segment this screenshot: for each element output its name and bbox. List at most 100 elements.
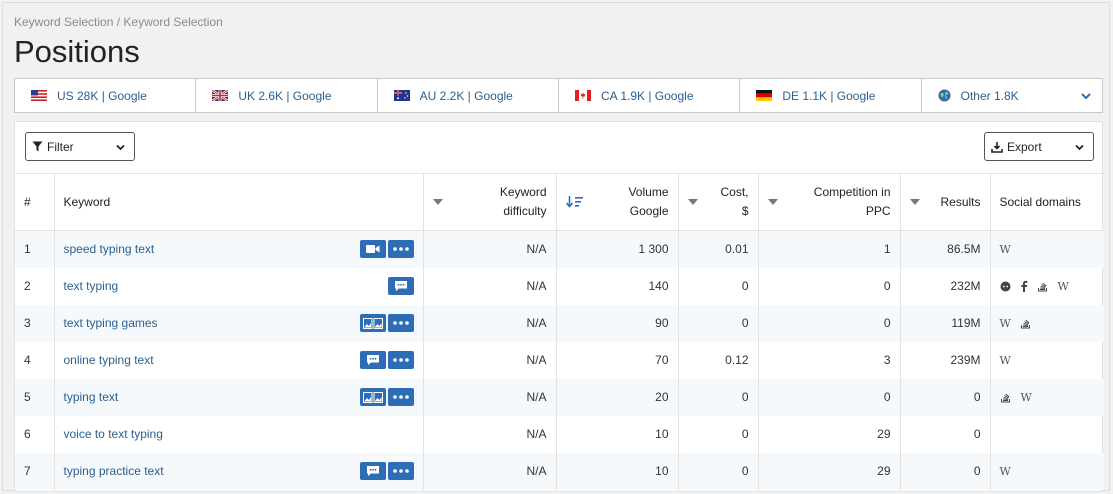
download-icon bbox=[991, 141, 1003, 153]
export-button[interactable]: Export bbox=[984, 132, 1094, 161]
keyword-link[interactable]: voice to text typing bbox=[64, 427, 163, 441]
cost-cell: 0 bbox=[678, 452, 759, 490]
video-feature-badge[interactable] bbox=[359, 240, 386, 259]
keyword-link[interactable]: text typing games bbox=[64, 316, 158, 330]
more-features-badge[interactable] bbox=[387, 314, 414, 332]
more-features-badge[interactable] bbox=[387, 240, 414, 259]
col-header-volume[interactable]: Volume Google bbox=[556, 173, 679, 231]
wikipedia-icon[interactable]: W bbox=[1000, 317, 1011, 330]
tab-label: CA 1.9K | Google bbox=[600, 88, 694, 103]
col-header-difficulty-l1: Keyword bbox=[499, 185, 547, 199]
more-dots-icon bbox=[392, 469, 409, 473]
volume-cell: 1 300 bbox=[556, 230, 679, 268]
chevron-down-icon[interactable] bbox=[1080, 90, 1092, 102]
col-header-cost-l1: Cost, bbox=[720, 185, 749, 199]
col-header-difficulty-l2: difficulty bbox=[503, 204, 547, 218]
cost-cell: 0 bbox=[678, 378, 759, 416]
stackoverflow-icon[interactable] bbox=[1037, 280, 1049, 292]
difficulty-cell: N/A bbox=[423, 415, 557, 453]
competition-cell: 1 bbox=[758, 230, 901, 268]
tab-label: Other 1.8K bbox=[960, 88, 1019, 103]
keyword-link[interactable]: text typing bbox=[64, 279, 119, 293]
social-cell: W bbox=[990, 305, 1104, 342]
col-header-cost-l2: $ bbox=[741, 204, 749, 218]
table-row: 2 text typing N/A 140 0 0 232M W bbox=[15, 267, 1104, 305]
globe-icon bbox=[938, 89, 951, 102]
ca-flag-icon bbox=[574, 90, 591, 101]
wikipedia-icon[interactable]: W bbox=[1058, 280, 1069, 293]
more-features-badge[interactable] bbox=[387, 351, 414, 369]
tab-other[interactable]: Other 1.8K bbox=[922, 79, 1102, 112]
chevron-down-icon bbox=[1075, 144, 1084, 151]
difficulty-cell: N/A bbox=[423, 452, 557, 490]
wikipedia-icon[interactable]: W bbox=[1000, 243, 1011, 256]
keyword-link[interactable]: typing text bbox=[64, 390, 119, 404]
tab-label: DE 1.1K | Google bbox=[782, 88, 876, 103]
sort-down-icon bbox=[687, 199, 698, 205]
results-cell: 86.5M bbox=[900, 230, 991, 268]
sort-descending-icon bbox=[565, 196, 583, 208]
difficulty-cell: N/A bbox=[423, 341, 557, 379]
social-cell bbox=[990, 416, 1104, 453]
col-header-index: # bbox=[15, 173, 55, 231]
keyword-link[interactable]: typing practice text bbox=[64, 464, 164, 478]
col-header-results[interactable]: Results bbox=[900, 173, 991, 231]
comment-icon bbox=[366, 466, 379, 476]
keyword-cell: typing practice text bbox=[54, 452, 424, 490]
cost-cell: 0.01 bbox=[678, 230, 759, 268]
tab-us[interactable]: US 28K | Google bbox=[15, 79, 197, 112]
competition-cell: 0 bbox=[758, 304, 901, 342]
more-features-badge[interactable] bbox=[387, 388, 414, 406]
au-flag-icon bbox=[393, 90, 410, 101]
cost-cell: 0 bbox=[678, 304, 759, 342]
us-flag-icon bbox=[31, 90, 47, 101]
volume-cell: 90 bbox=[556, 304, 679, 342]
table-row: 4 online typing text N/A 70 0.12 3 239M … bbox=[15, 341, 1104, 379]
col-header-difficulty[interactable]: Keyword difficulty bbox=[423, 173, 557, 231]
keyword-cell: speed typing text bbox=[54, 230, 424, 268]
stackoverflow-icon[interactable] bbox=[1000, 391, 1012, 403]
funnel-icon bbox=[32, 141, 43, 152]
volume-cell: 20 bbox=[556, 378, 679, 416]
col-header-competition[interactable]: Competition in PPC bbox=[758, 173, 901, 231]
image-pack-icon bbox=[362, 391, 383, 403]
competition-cell: 0 bbox=[758, 267, 901, 305]
row-index: 5 bbox=[15, 378, 55, 416]
wikipedia-icon[interactable]: W bbox=[1021, 391, 1032, 404]
images-feature-badge[interactable] bbox=[359, 388, 386, 406]
stackoverflow-icon[interactable] bbox=[1020, 317, 1032, 329]
facebook-icon[interactable] bbox=[1020, 280, 1028, 292]
col-header-cost[interactable]: Cost, $ bbox=[678, 173, 759, 231]
comment-feature-badge[interactable] bbox=[359, 351, 386, 369]
filter-label: Filter bbox=[47, 139, 74, 154]
breadcrumb[interactable]: Keyword Selection / Keyword Selection bbox=[14, 15, 223, 29]
difficulty-cell: N/A bbox=[423, 267, 557, 305]
keyword-link[interactable]: online typing text bbox=[64, 353, 154, 367]
tab-uk[interactable]: UK 2.6K | Google bbox=[196, 79, 378, 112]
more-features-badge[interactable] bbox=[387, 462, 414, 480]
tab-label: US 28K | Google bbox=[57, 88, 147, 103]
reddit-icon[interactable] bbox=[1000, 281, 1011, 292]
difficulty-cell: N/A bbox=[423, 378, 557, 416]
wikipedia-icon[interactable]: W bbox=[1000, 465, 1011, 478]
competition-cell: 29 bbox=[758, 415, 901, 453]
col-header-volume-l2: Google bbox=[629, 204, 669, 218]
comment-feature-badge[interactable] bbox=[359, 462, 386, 480]
results-cell: 232M bbox=[900, 267, 991, 305]
social-cell: W bbox=[990, 231, 1104, 268]
col-header-keyword[interactable]: Keyword bbox=[54, 173, 424, 231]
tab-de[interactable]: DE 1.1K | Google bbox=[740, 79, 922, 112]
wikipedia-icon[interactable]: W bbox=[1000, 354, 1011, 367]
tab-au[interactable]: AU 2.2K | Google bbox=[378, 79, 559, 112]
social-cell: W bbox=[990, 453, 1104, 490]
filter-button[interactable]: Filter bbox=[25, 132, 135, 161]
tab-ca[interactable]: CA 1.9K | Google bbox=[559, 79, 741, 112]
results-cell: 0 bbox=[900, 452, 991, 490]
competition-cell: 3 bbox=[758, 341, 901, 379]
table-row: 5 typing text N/A 20 0 0 0 W bbox=[15, 378, 1104, 416]
sort-down-icon bbox=[432, 199, 443, 205]
images-feature-badge[interactable] bbox=[359, 314, 386, 332]
keyword-link[interactable]: speed typing text bbox=[64, 242, 155, 256]
video-icon bbox=[365, 245, 379, 254]
comment-feature-badge[interactable] bbox=[387, 277, 414, 295]
